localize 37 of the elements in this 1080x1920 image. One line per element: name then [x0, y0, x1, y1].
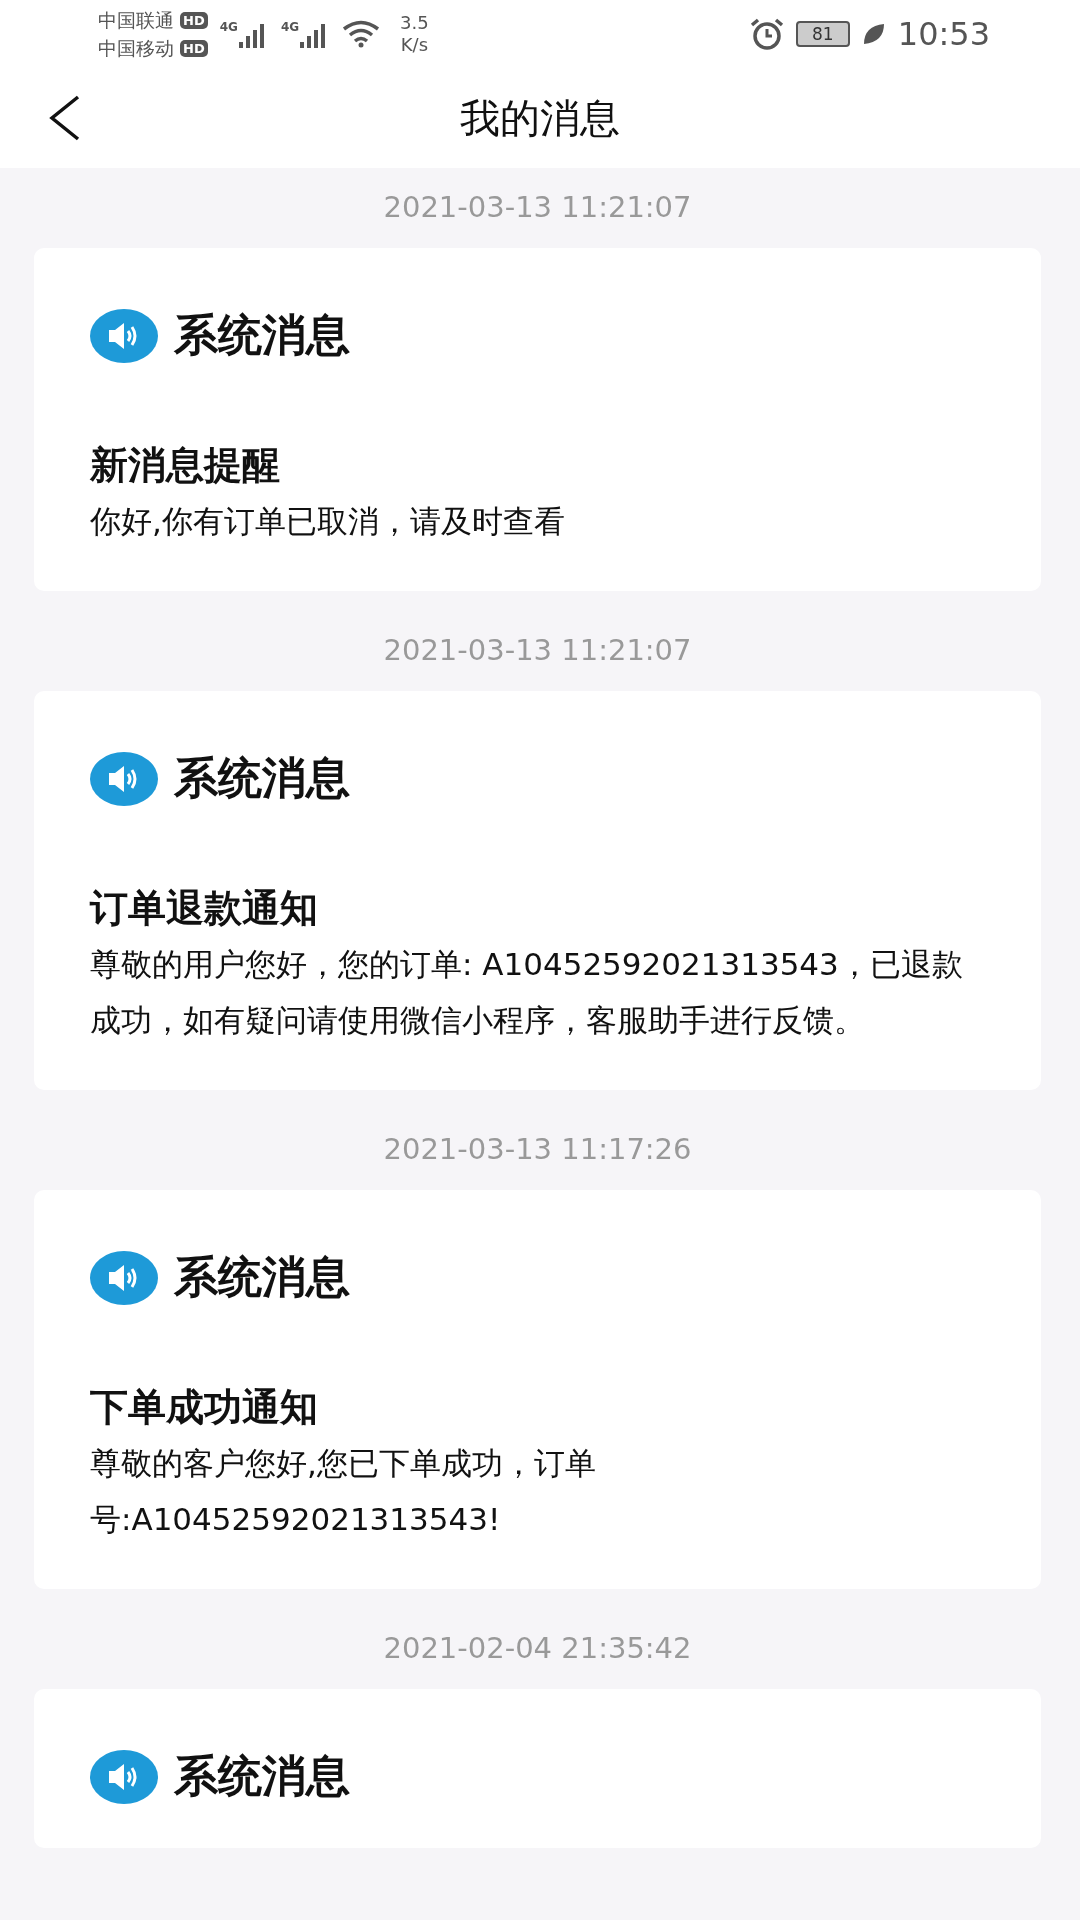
back-icon[interactable]	[48, 94, 82, 142]
clock-time: 10:53	[897, 15, 990, 53]
message-card[interactable]: 系统消息	[34, 1689, 1041, 1848]
hd-badge: HD	[180, 39, 208, 57]
message-timestamp: 2021-02-04 21:35:42	[382, 1630, 693, 1667]
wifi-icon	[342, 20, 381, 48]
leaf-icon	[861, 22, 886, 46]
message-body: 你好,你有订单已取消，请及时查看	[90, 502, 566, 541]
speaker-icon	[90, 1749, 158, 1804]
message-title: 订单退款通知	[90, 885, 319, 932]
carrier-name: 中国联通	[98, 8, 174, 33]
speed-unit: K/s	[400, 34, 428, 56]
network-type: 4G	[280, 20, 300, 34]
message-timestamp: 2021-03-13 11:17:26	[382, 1131, 693, 1168]
carrier-name: 中国移动	[98, 36, 174, 61]
alarm-icon	[749, 18, 784, 50]
message-title: 新消息提醒	[90, 442, 281, 489]
speaker-icon	[90, 1250, 158, 1305]
speaker-icon	[90, 751, 158, 806]
message-category: 系统消息	[174, 751, 350, 805]
speed-value: 3.5	[400, 12, 429, 34]
message-category: 系统消息	[174, 1250, 350, 1304]
hd-badge: HD	[180, 11, 208, 29]
page-title: 我的消息	[460, 93, 620, 143]
battery-icon: 81	[795, 21, 850, 47]
network-type: 4G	[219, 20, 238, 34]
message-timestamp: 2021-03-13 11:21:07	[382, 189, 693, 226]
message-body: 尊敬的客户您好,您已下单成功，订单号:A10452592021313543!	[90, 1444, 597, 1539]
speaker-icon	[90, 308, 158, 363]
message-category: 系统消息	[174, 1749, 350, 1803]
message-card[interactable]: 系统消息 订单退款通知 尊敬的用户您好，您的订单: A10452592021313543，已退款成功，如有疑问请使用微信小程序，客服助手进行反馈。	[34, 691, 1041, 1090]
message-category: 系统消息	[174, 308, 350, 362]
message-body: 尊敬的用户您好，您的订单: A10452592021313543，已退款成功，如有疑问请使用微信小程序，客服助手进行反馈。	[90, 945, 964, 1040]
message-timestamp: 2021-03-13 11:21:07	[382, 632, 693, 669]
message-card[interactable]: 系统消息 下单成功通知 尊敬的客户您好,您已下单成功，订单号:A10452592021313543!	[34, 1190, 1041, 1589]
message-title: 下单成功通知	[90, 1384, 319, 1431]
message-card[interactable]: 系统消息 新消息提醒 你好,你有订单已取消，请及时查看	[34, 248, 1041, 591]
